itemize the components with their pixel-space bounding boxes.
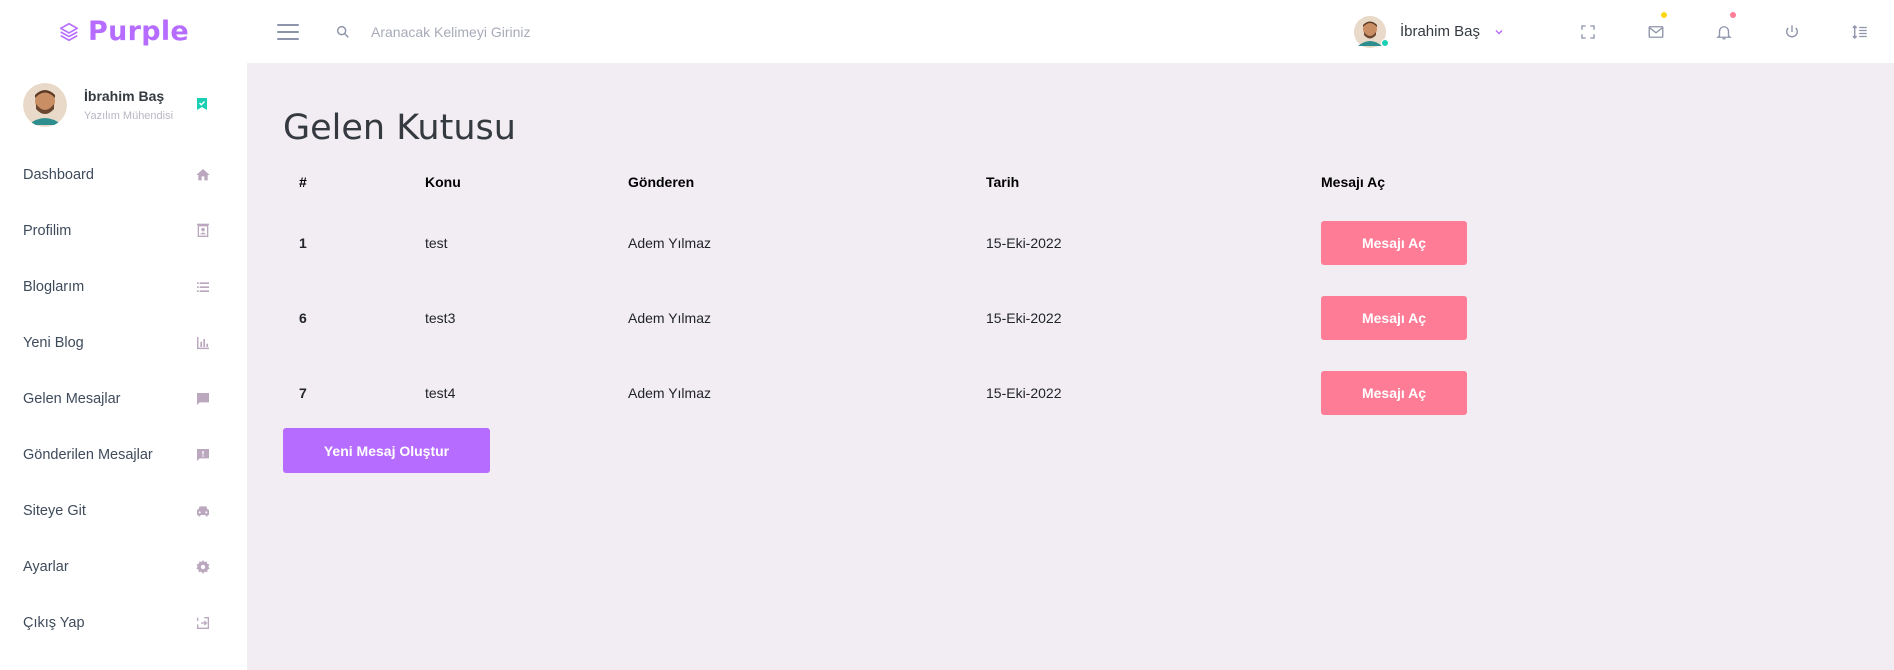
chevron-down-icon xyxy=(1495,29,1503,34)
sidebar-item-logout[interactable]: Çıkış Yap xyxy=(0,595,247,651)
fullscreen-button[interactable] xyxy=(1554,0,1622,63)
search-bar xyxy=(335,23,691,40)
sidebar-item-blogs[interactable]: Bloglarım xyxy=(0,259,247,315)
new-message-button[interactable]: Yeni Mesaj Oluştur xyxy=(283,428,490,473)
page-title: Gelen Kutusu xyxy=(283,108,516,148)
sidebar-item-label: Dashboard xyxy=(23,167,94,183)
gear-icon xyxy=(196,560,210,574)
avatar xyxy=(23,83,67,127)
car-icon xyxy=(197,506,209,517)
avatar xyxy=(1353,15,1389,48)
home-icon xyxy=(196,169,210,181)
chat-alert-icon xyxy=(197,449,209,461)
row-id: 6 xyxy=(299,309,307,326)
sidebar-item-label: Bloglarım xyxy=(23,279,85,295)
profile-dropdown[interactable]: İbrahim Baş xyxy=(1353,15,1504,48)
brand-logo[interactable]: Purple xyxy=(0,0,247,63)
bookmark-check-icon xyxy=(197,98,207,110)
row-subject: test3 xyxy=(425,309,456,326)
logout-button[interactable] xyxy=(1758,0,1826,63)
search-input[interactable] xyxy=(371,23,691,40)
row-sender: Adem Yılmaz xyxy=(628,234,711,251)
sidebar-item-go-to-site[interactable]: Siteye Git xyxy=(0,483,247,539)
notifications-button[interactable] xyxy=(1690,0,1758,63)
sidebar-item-label: Siteye Git xyxy=(23,503,86,519)
table-row: 6 test3 Adem Yılmaz 15-Eki-2022 Mesajı A… xyxy=(283,280,1563,355)
search-icon xyxy=(336,25,349,38)
table-row: 1 test Adem Yılmaz 15-Eki-2022 Mesajı Aç xyxy=(283,205,1563,280)
column-header-id: # xyxy=(299,174,307,190)
open-message-button[interactable]: Mesajı Aç xyxy=(1321,370,1467,415)
sidebar-item-label: Çıkış Yap xyxy=(23,615,85,631)
sidebar-user-name: İbrahim Baş xyxy=(84,88,165,104)
bell-notification-dot xyxy=(1730,12,1736,18)
row-id: 7 xyxy=(299,384,307,401)
fullscreen-icon xyxy=(1581,24,1595,39)
column-header-subject: Konu xyxy=(425,174,461,190)
navbar-user-name: İbrahim Baş xyxy=(1399,23,1480,40)
sidebar-item-label: Gelen Mesajlar xyxy=(23,391,121,407)
chat-icon xyxy=(197,393,209,405)
navbar-right: İbrahim Baş xyxy=(1353,0,1894,63)
sidebar-item-label: Profilim xyxy=(23,223,72,239)
sidebar-user-role: Yazılım Mühendisi xyxy=(84,110,174,122)
menu-toggle-button[interactable] xyxy=(277,23,299,40)
mail-notification-dot xyxy=(1661,12,1667,18)
sidebar-item-profile[interactable]: Profilim xyxy=(0,203,247,259)
main-content: Gelen Kutusu # Konu Gönderen Tarih Mesaj… xyxy=(247,63,1894,670)
mail-icon xyxy=(1648,25,1664,38)
power-icon xyxy=(1786,24,1798,37)
table-header-row: # Konu Gönderen Tarih Mesajı Aç xyxy=(283,159,1563,205)
sidebar-item-dashboard[interactable]: Dashboard xyxy=(0,147,247,203)
layers-icon xyxy=(59,22,79,41)
table-row: 7 test4 Adem Yılmaz 15-Eki-2022 Mesajı A… xyxy=(283,355,1563,430)
top-navbar: Purple İbrahim Baş xyxy=(0,0,1894,63)
column-header-sender: Gönderen xyxy=(628,174,695,190)
sidebar-item-label: Ayarlar xyxy=(23,559,69,575)
column-header-open: Mesajı Aç xyxy=(1321,174,1386,190)
open-message-button[interactable]: Mesajı Aç xyxy=(1321,220,1467,265)
sidebar-item-settings[interactable]: Ayarlar xyxy=(0,539,247,595)
row-sender: Adem Yılmaz xyxy=(628,309,711,326)
sidebar-item-sent[interactable]: Gönderilen Mesajlar xyxy=(0,427,247,483)
sidebar-item-label: Yeni Blog xyxy=(23,335,84,351)
inbox-table: # Konu Gönderen Tarih Mesajı Aç 1 test A… xyxy=(283,159,1563,430)
exit-icon xyxy=(197,617,209,629)
row-subject: test xyxy=(425,234,448,251)
row-subject: test4 xyxy=(425,384,456,401)
sidebar-item-label: Gönderilen Mesajlar xyxy=(23,447,153,463)
row-date: 15-Eki-2022 xyxy=(986,309,1062,326)
list-icon xyxy=(197,282,209,292)
open-message-button[interactable]: Mesajı Aç xyxy=(1321,295,1467,340)
sidebar-item-new-blog[interactable]: Yeni Blog xyxy=(0,315,247,371)
online-indicator xyxy=(1380,38,1389,47)
column-header-date: Tarih xyxy=(986,174,1020,190)
sidebar-user-card[interactable]: İbrahim Baş Yazılım Mühendisi xyxy=(0,63,247,147)
chart-bar-icon xyxy=(197,337,209,350)
sidebar-item-inbox[interactable]: Gelen Mesajlar xyxy=(0,371,247,427)
sidebar-menu: Dashboard Profilim Bloglarım Yeni Blog G… xyxy=(0,147,247,651)
contact-icon xyxy=(197,223,209,237)
row-sender: Adem Yılmaz xyxy=(628,384,711,401)
row-id: 1 xyxy=(299,234,307,251)
list-icon xyxy=(1852,24,1867,39)
settings-panel-button[interactable] xyxy=(1826,0,1894,63)
messages-button[interactable] xyxy=(1622,0,1690,63)
brand-name: Purple xyxy=(87,16,190,47)
row-date: 15-Eki-2022 xyxy=(986,384,1062,401)
bell-icon xyxy=(1716,25,1732,39)
row-date: 15-Eki-2022 xyxy=(986,234,1062,251)
sidebar: İbrahim Baş Yazılım Mühendisi Dashboard … xyxy=(0,63,247,670)
